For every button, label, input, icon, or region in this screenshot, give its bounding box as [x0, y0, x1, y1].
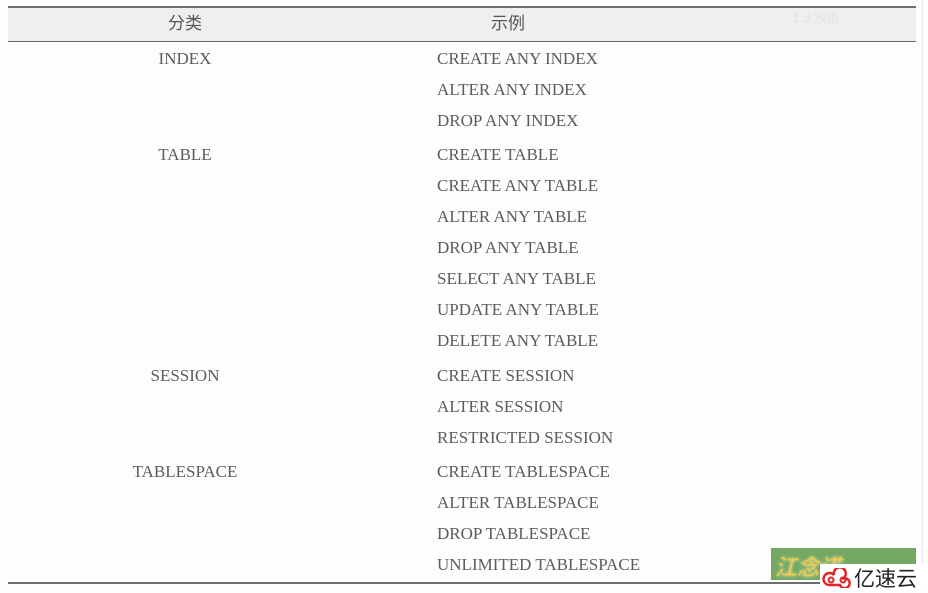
page-edge	[922, 0, 923, 591]
example-cell: DROP ANY INDEX	[437, 111, 579, 130]
example-cell: RESTRICTED SESSION	[437, 428, 614, 447]
example-cell: CREATE ANY INDEX	[437, 49, 598, 68]
example-cell: CREATE TABLESPACE	[437, 462, 610, 481]
table-bottom-rule	[8, 582, 916, 584]
example-cell: DROP ANY TABLE	[437, 238, 579, 257]
category-cell: SESSION	[150, 366, 220, 385]
example-cell: CREATE ANY TABLE	[437, 176, 599, 195]
faint-header-text: 1.3 权限	[792, 11, 839, 25]
example-cell: ALTER TABLESPACE	[437, 493, 599, 512]
cloud-logo-icon	[822, 567, 851, 588]
watermark-brand-text: 亿速云	[854, 566, 917, 591]
example-cell: DROP TABLESPACE	[437, 524, 591, 543]
example-cell: SELECT ANY TABLE	[437, 269, 596, 288]
watermark-brand: 亿速云	[820, 564, 928, 591]
example-cell: DELETE ANY TABLE	[437, 331, 599, 350]
example-cell: CREATE TABLE	[437, 145, 559, 164]
category-cell: INDEX	[158, 49, 212, 68]
example-cell: UNLIMITED TABLESPACE	[437, 555, 641, 574]
category-cell: TABLESPACE	[132, 462, 238, 481]
header-category: 分类	[168, 14, 202, 34]
example-cell: UPDATE ANY TABLE	[437, 300, 600, 319]
example-cell: ALTER SESSION	[437, 397, 564, 416]
header-example: 示例	[491, 14, 525, 34]
table-header-rule	[8, 41, 916, 42]
category-cell: TABLE	[158, 145, 212, 164]
example-cell: ALTER ANY TABLE	[437, 207, 588, 226]
example-cell: ALTER ANY INDEX	[437, 80, 587, 99]
example-cell: CREATE SESSION	[437, 366, 575, 385]
table-header	[8, 8, 916, 41]
